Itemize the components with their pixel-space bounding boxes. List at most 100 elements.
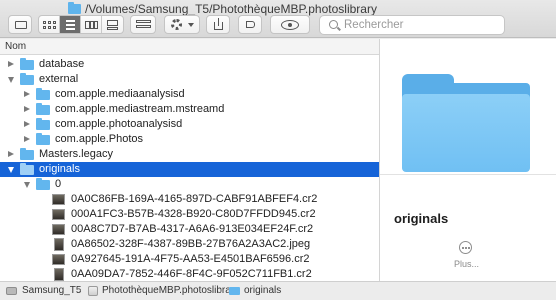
folder-icon (20, 73, 34, 85)
image-thumbnail-icon (52, 224, 65, 235)
image-thumbnail-icon (52, 209, 65, 220)
ellipsis-icon (465, 247, 467, 249)
list-row[interactable]: 0A86502-328F-4387-89BB-27B76A2A3AC2.jpeg (0, 237, 379, 252)
folder-icon (229, 287, 240, 295)
gallery-icon (107, 27, 118, 30)
list-view-button[interactable] (60, 16, 81, 33)
list-row[interactable]: 0A927645-191A-4F75-AA53-E4501BAF6596.cr2 (0, 252, 379, 267)
list-row[interactable]: com.apple.photoanalysisd (0, 117, 379, 132)
more-label[interactable]: Plus... (454, 259, 479, 269)
folder-icon (36, 178, 50, 190)
list-row-label: Masters.legacy (39, 148, 113, 160)
search-icon (329, 20, 338, 29)
list-row-label: 0 (55, 178, 62, 190)
title-folder-icon (68, 2, 81, 14)
ellipsis-icon (468, 247, 470, 249)
list-row[interactable]: com.apple.mediaanalysisd (0, 87, 379, 102)
share-button[interactable] (206, 15, 230, 34)
disclosure-closed-icon[interactable] (24, 106, 30, 112)
gallery-icon (107, 20, 118, 26)
path-separator: › (78, 285, 82, 296)
preview-divider (380, 174, 556, 175)
disclosure-closed-icon[interactable] (24, 121, 30, 127)
gear-icon (171, 19, 182, 30)
toolbar: /Volumes/Samsung_T5/PhotothèqueMBP.photo… (0, 0, 556, 38)
path-separator: › (219, 285, 223, 296)
folder-icon (20, 163, 34, 175)
grid-icon (43, 26, 46, 29)
list-row-label: com.apple.Photos (55, 133, 144, 145)
grid-icon (53, 21, 56, 24)
folder-icon (20, 58, 34, 70)
list-icon (66, 20, 75, 22)
list-column-header[interactable]: Nom (0, 39, 379, 55)
list-icon (66, 24, 75, 26)
list-row-selected[interactable]: originals (0, 162, 379, 177)
grid-icon (43, 21, 46, 24)
list-row-label: database (39, 58, 85, 70)
list-row-label: external (39, 73, 79, 85)
gallery-view-button[interactable] (102, 16, 123, 33)
columns-icon (94, 21, 98, 29)
preview-button[interactable] (270, 15, 310, 34)
grid-icon (48, 26, 51, 29)
list-row[interactable]: database (0, 57, 379, 72)
list-row[interactable]: 0A0C86FB-169A-4165-897D-CABF91ABFEF4.cr2 (0, 192, 379, 207)
list-icon (66, 28, 75, 30)
search-input[interactable] (344, 18, 500, 32)
list-row-label: originals (39, 163, 80, 175)
icon-view-button[interactable] (39, 16, 60, 33)
action-menu-button[interactable] (164, 15, 200, 34)
list-row-label: 0A0C86FB-169A-4165-897D-CABF91ABFEF4.cr2 (71, 193, 318, 205)
disclosure-open-icon[interactable] (24, 182, 30, 188)
more-button[interactable] (459, 241, 472, 254)
list-row-label: 0AA09DA7-7852-446F-8F4C-9F052C711FB1.cr2 (71, 268, 312, 280)
folder-icon (36, 118, 50, 130)
list-row[interactable]: Masters.legacy (0, 147, 379, 162)
list-row[interactable]: external (0, 72, 379, 87)
disclosure-closed-icon[interactable] (8, 151, 14, 157)
image-thumbnail-icon (54, 238, 64, 251)
search-field[interactable] (319, 15, 505, 35)
image-thumbnail-icon (52, 194, 65, 205)
disclosure-closed-icon[interactable] (24, 136, 30, 142)
list-row[interactable]: com.apple.Photos (0, 132, 379, 147)
list-row-label: 00A8C7D7-B7AB-4317-A6A6-913E034EF24F.cr2 (71, 223, 314, 235)
list-row-label: com.apple.photoanalysisd (55, 118, 183, 130)
list-row-label: 0A927645-191A-4F75-AA53-E4501BAF6596.cr2 (71, 253, 310, 265)
image-thumbnail-icon (52, 254, 65, 265)
disclosure-closed-icon[interactable] (24, 91, 30, 97)
file-list[interactable]: database external com.apple.mediaanalysisd… (0, 55, 379, 281)
list-row[interactable]: 00A8C7D7-B7AB-4317-A6A6-913E034EF24F.cr2 (0, 222, 379, 237)
disclosure-open-icon[interactable] (8, 167, 14, 173)
column-name-header[interactable]: Nom (5, 41, 26, 52)
folder-icon (36, 133, 50, 145)
disclosure-open-icon[interactable] (8, 77, 14, 83)
list-row[interactable]: 0 (0, 177, 379, 192)
path-bar: Samsung_T5 › PhotothèqueMBP.photoslibrar… (0, 281, 556, 300)
list-row[interactable]: 0AA09DA7-7852-446F-8F4C-9F052C711FB1.cr2 (0, 267, 379, 281)
group-by-button[interactable] (130, 15, 156, 34)
list-row[interactable]: com.apple.mediastream.mstreamd (0, 102, 379, 117)
photo-library-icon (88, 286, 98, 296)
column-view-button[interactable] (81, 16, 102, 33)
ellipsis-icon (462, 247, 464, 249)
path-item-label: Samsung_T5 (22, 285, 82, 296)
view-mode-control[interactable] (38, 15, 124, 34)
back-forward-button[interactable] (8, 15, 32, 34)
group-icon (136, 20, 151, 30)
disclosure-closed-icon[interactable] (8, 61, 14, 67)
grid-icon (53, 26, 56, 29)
preview-pane: originals Plus... (380, 39, 556, 281)
window-title-bar: /Volumes/Samsung_T5/PhotothèqueMBP.photo… (0, 2, 556, 16)
folder-outline-icon (15, 21, 27, 29)
grid-icon (48, 21, 51, 24)
list-row-label: 0A86502-328F-4387-89BB-27B76A2A3AC2.jpeg (71, 238, 311, 250)
edit-tags-button[interactable] (238, 15, 262, 34)
window-title: /Volumes/Samsung_T5/PhotothèqueMBP.photo… (85, 2, 377, 16)
list-row[interactable]: 000A1FC3-B57B-4328-B920-C80D7FFDD945.cr2 (0, 207, 379, 222)
list-row-label: com.apple.mediastream.mstreamd (55, 103, 225, 115)
drive-icon (6, 287, 17, 295)
preview-title: originals (394, 211, 449, 226)
folder-icon (20, 148, 34, 160)
